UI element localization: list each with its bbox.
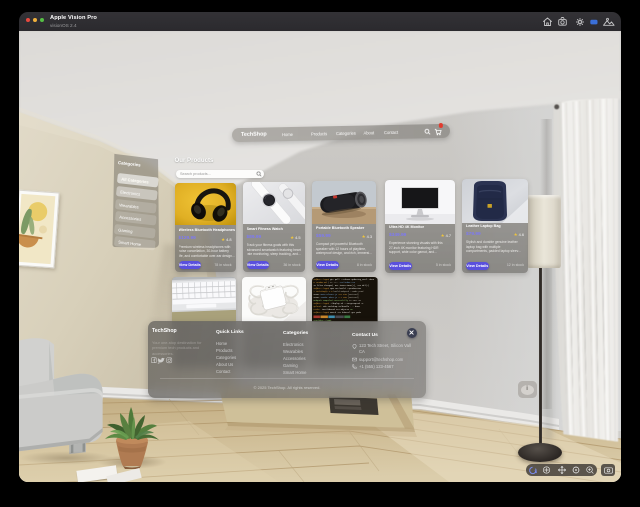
- svg-text:aa@dev:~/app$ watch -n1 kubect: aa@dev:~/app$ watch -n1 kubectl get pods: [313, 311, 361, 314]
